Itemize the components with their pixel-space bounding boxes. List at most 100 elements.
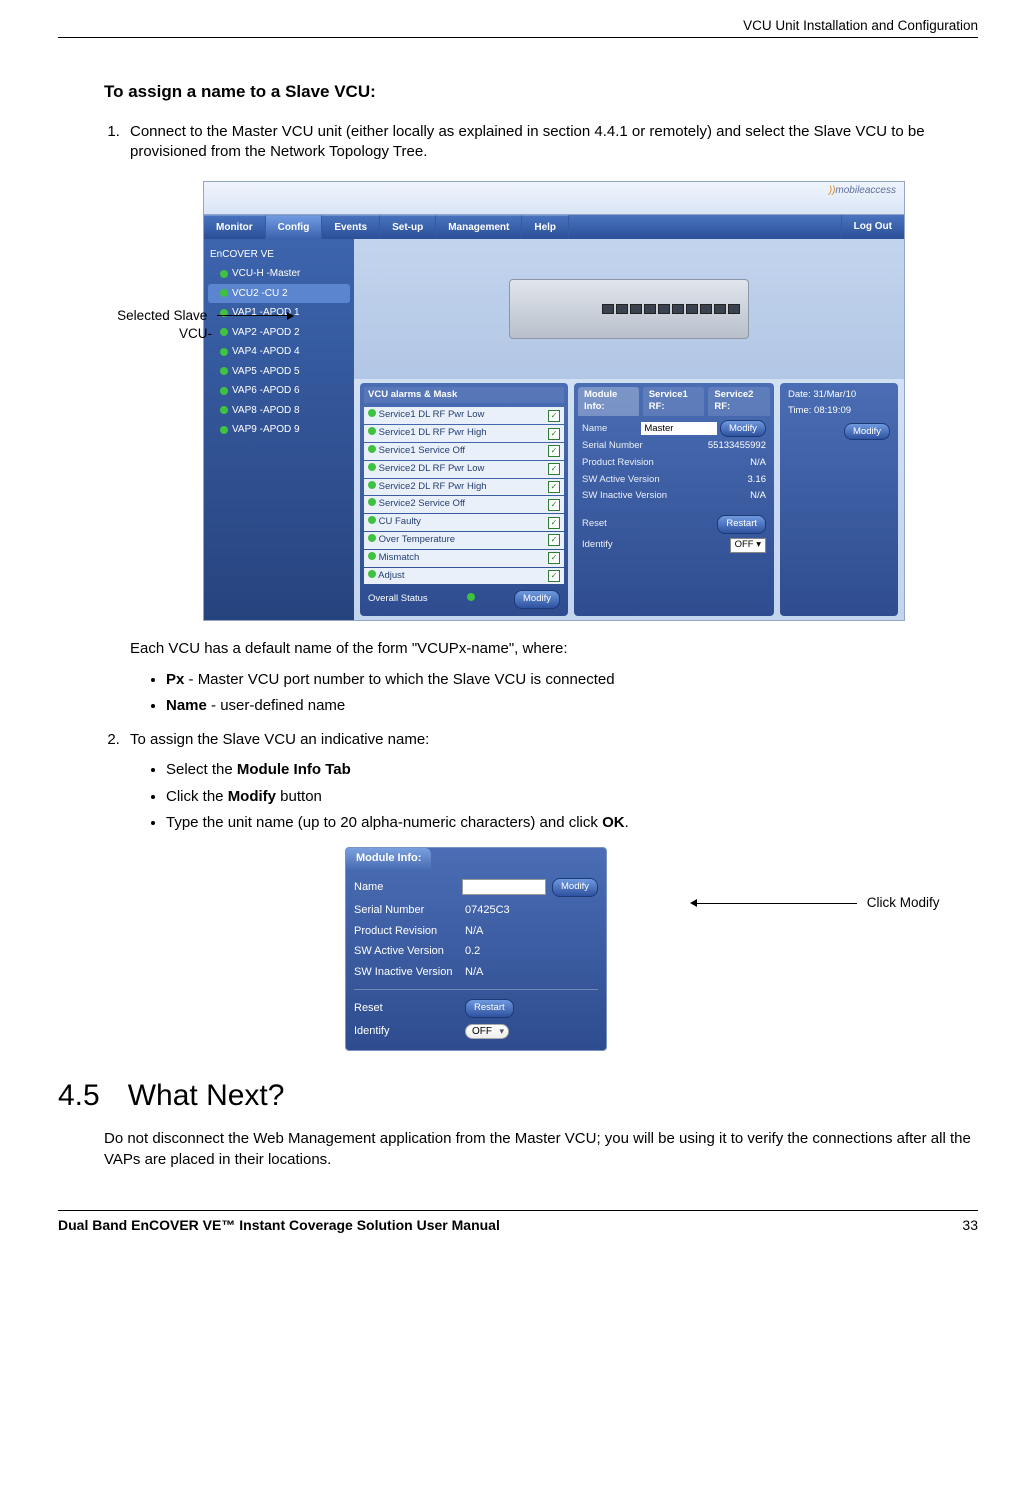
alarm-row: Service1 Service Off✓: [364, 443, 564, 460]
time-label: Time:: [788, 405, 811, 416]
tree-vap6[interactable]: VAP6 -APOD 6: [208, 381, 350, 401]
tab-config[interactable]: Config: [266, 215, 323, 239]
figure-main-screenshot: Selected Slave VCU- ))mobileaccess Monit…: [130, 181, 978, 622]
status-dot-icon: [368, 570, 376, 578]
mi-restart-button[interactable]: Restart: [465, 999, 514, 1018]
tree-vcu-master[interactable]: VCU-H -Master: [208, 264, 350, 284]
step-2-intro: To assign the Slave VCU an indicative na…: [130, 731, 429, 748]
mi-sw-active-value: 0.2: [465, 944, 598, 959]
alarms-title: VCU alarms & Mask: [364, 387, 564, 404]
tree-vap4[interactable]: VAP4 -APOD 4: [208, 342, 350, 362]
checkbox-icon[interactable]: ✓: [548, 445, 560, 457]
tab-management[interactable]: Management: [436, 215, 522, 239]
step-2: To assign the Slave VCU an indicative na…: [124, 730, 978, 1051]
alarm-row: CU Faulty✓: [364, 514, 564, 531]
sw-inactive-label: SW Inactive Version: [582, 490, 667, 503]
mi-name-label: Name: [354, 880, 456, 895]
time-value: 08:19:09: [814, 405, 851, 416]
mi-sw-inactive-value: N/A: [465, 965, 598, 980]
page-footer: Dual Band EnCOVER VE™ Instant Coverage S…: [58, 1210, 978, 1233]
status-dot-icon: [220, 270, 228, 278]
tab-setup[interactable]: Set-up: [380, 215, 436, 239]
page-number: 33: [962, 1217, 978, 1233]
arrow-right-icon: [287, 312, 294, 320]
modify-datetime-button[interactable]: Modify: [844, 423, 890, 440]
modify-name-button[interactable]: Modify: [720, 420, 766, 437]
module-info-panel-detail: Module Info: Name Modify Serial Number 07…: [345, 847, 607, 1051]
tree-vap5[interactable]: VAP5 -APOD 5: [208, 362, 350, 382]
footer-title: Dual Band EnCOVER VE™ Instant Coverage S…: [58, 1217, 500, 1233]
status-dot-icon: [368, 463, 376, 471]
callout-arrow-line: [217, 315, 287, 316]
app-window: ))mobileaccess Monitor Config Events Set…: [203, 181, 905, 622]
figure-module-info-panel: Click Modify Module Info: Name Modify Se…: [130, 847, 978, 1051]
running-head: VCU Unit Installation and Configuration: [58, 18, 978, 38]
status-dot-icon: [220, 426, 228, 434]
product-rev-label: Product Revision: [582, 457, 654, 470]
mi-serial-value: 07425C3: [465, 903, 598, 918]
restart-button[interactable]: Restart: [717, 515, 766, 534]
callout-left-line1: Selected Slave: [117, 308, 207, 323]
tree-root[interactable]: EnCOVER VE: [208, 245, 350, 265]
callout-selected-slave: Selected Slave VCU-: [34, 307, 294, 343]
step-1: Connect to the Master VCU unit (either l…: [124, 122, 978, 716]
date-label: Date:: [788, 389, 811, 400]
tab-module-info[interactable]: Module Info:: [578, 387, 639, 417]
status-dot-icon: [467, 593, 475, 601]
status-dot-icon: [220, 289, 228, 297]
bullet-select-module-info: Select the Module Info Tab: [166, 760, 978, 780]
mi-serial-label: Serial Number: [354, 903, 459, 918]
tab-service2-rf[interactable]: Service2 RF:: [708, 387, 770, 417]
modify-overall-button[interactable]: Modify: [514, 590, 560, 609]
app-header: ))mobileaccess: [204, 182, 904, 215]
checkbox-icon[interactable]: ✓: [548, 499, 560, 511]
tab-events[interactable]: Events: [322, 215, 380, 239]
tree-vcu2-selected[interactable]: VCU2 -CU 2: [208, 284, 350, 304]
identify-select[interactable]: OFF ▾: [730, 538, 766, 553]
logout-button[interactable]: Log Out: [841, 215, 904, 239]
tab-monitor[interactable]: Monitor: [204, 215, 266, 239]
product-rev-value: N/A: [750, 457, 766, 470]
checkbox-icon[interactable]: ✓: [548, 534, 560, 546]
sw-active-value: 3.16: [748, 474, 767, 487]
serial-value: 55133455992: [708, 440, 766, 453]
alarm-row: Over Temperature✓: [364, 532, 564, 549]
checkbox-icon[interactable]: ✓: [548, 552, 560, 564]
heading-what-next: 4.5What Next?: [58, 1079, 978, 1113]
checkbox-icon[interactable]: ✓: [548, 517, 560, 529]
serial-label: Serial Number: [582, 440, 643, 453]
name-input[interactable]: [641, 422, 717, 435]
panel-module-info: Module Info: Service1 RF: Service2 RF: N…: [574, 383, 774, 617]
callout-arrow-line: [697, 903, 857, 904]
bullet-type-name: Type the unit name (up to 20 alpha-numer…: [166, 813, 978, 833]
sw-active-label: SW Active Version: [582, 474, 660, 487]
main-tabs: Monitor Config Events Set-up Management …: [204, 215, 904, 239]
tree-vap9[interactable]: VAP9 -APOD 9: [208, 420, 350, 440]
checkbox-icon[interactable]: ✓: [548, 570, 560, 582]
status-dot-icon: [368, 481, 376, 489]
mi-name-input[interactable]: [462, 879, 546, 895]
status-dot-icon: [220, 348, 228, 356]
mi-modify-button[interactable]: Modify: [552, 878, 598, 897]
tab-help[interactable]: Help: [522, 215, 569, 239]
tree-vap8[interactable]: VAP8 -APOD 8: [208, 401, 350, 421]
alarm-row: Adjust✓: [364, 568, 564, 585]
checkbox-icon[interactable]: ✓: [548, 481, 560, 493]
status-dot-icon: [368, 427, 376, 435]
arrow-left-icon: [690, 899, 697, 907]
checkbox-icon[interactable]: ✓: [548, 463, 560, 475]
module-info-tab[interactable]: Module Info:: [346, 848, 431, 869]
mi-product-rev-label: Product Revision: [354, 924, 459, 939]
status-dot-icon: [220, 406, 228, 414]
checkbox-icon[interactable]: ✓: [548, 428, 560, 440]
tab-service1-rf[interactable]: Service1 RF:: [643, 387, 705, 417]
date-value: 31/Mar/10: [813, 389, 856, 400]
overall-status-label: Overall Status: [368, 593, 428, 606]
bullet-px: Px - Master VCU port number to which the…: [166, 670, 978, 690]
status-dot-icon: [368, 498, 376, 506]
topology-tree: EnCOVER VE VCU-H -Master VCU2 -CU 2 VAP1…: [204, 239, 354, 621]
mi-identify-select[interactable]: OFF: [465, 1024, 509, 1040]
checkbox-icon[interactable]: ✓: [548, 410, 560, 422]
status-dot-icon: [368, 516, 376, 524]
device-icon: [509, 279, 749, 339]
